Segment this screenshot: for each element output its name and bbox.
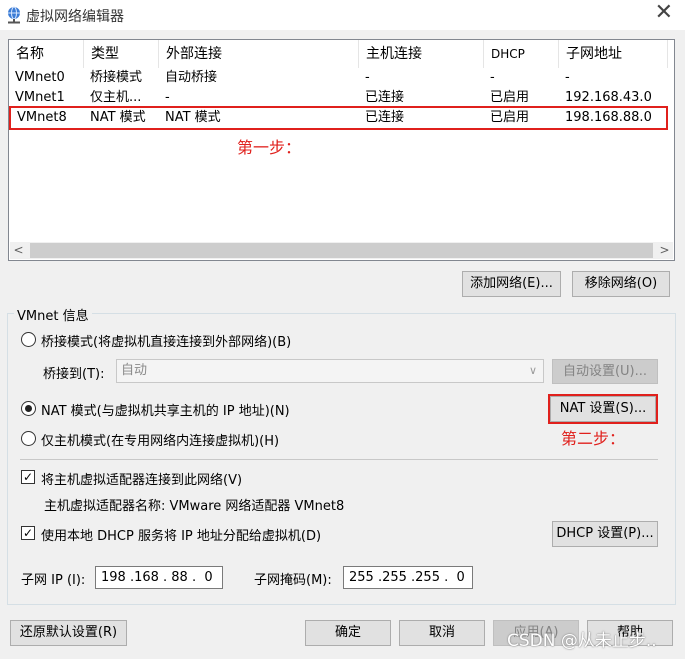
host-only-label[interactable]: 仅主机模式(在专用网络内连接虚拟机)(H) bbox=[41, 430, 279, 449]
cell-name: VMnet0 bbox=[15, 70, 65, 85]
horizontal-scrollbar[interactable]: < > bbox=[10, 242, 673, 259]
subnet-mask-label: 子网掩码(M): bbox=[254, 573, 332, 588]
cell-name: VMnet8 bbox=[17, 110, 67, 125]
cell-dhcp: - bbox=[490, 70, 495, 85]
chevron-down-icon: ∨ bbox=[528, 364, 537, 377]
scrollbar-thumb[interactable] bbox=[30, 243, 653, 258]
restore-defaults-button[interactable]: 还原默认设置(R) bbox=[10, 620, 127, 646]
remove-network-button[interactable]: 移除网络(O) bbox=[572, 271, 670, 297]
use-dhcp-checkbox[interactable]: ✓ bbox=[21, 526, 35, 540]
adapter-name-text: 主机虚拟适配器名称: VMware 网络适配器 VMnet8 bbox=[44, 499, 345, 514]
host-only-radio[interactable] bbox=[21, 431, 36, 446]
nat-mode-radio[interactable] bbox=[21, 401, 36, 416]
cell-subnet: - bbox=[565, 70, 570, 85]
cell-external: NAT 模式 bbox=[165, 110, 221, 125]
cell-external: - bbox=[165, 90, 170, 105]
column-header-name[interactable]: 名称 bbox=[9, 40, 84, 68]
nat-settings-button[interactable]: NAT 设置(S)... bbox=[548, 394, 658, 424]
cell-host: 已连接 bbox=[365, 90, 405, 105]
cell-host: 已连接 bbox=[365, 110, 405, 125]
subnet-ip-field[interactable]: 198 .168 . 88 . 0 bbox=[95, 566, 223, 589]
cell-external: 自动桥接 bbox=[165, 70, 218, 85]
table-row[interactable]: VMnet1 仅主机... - 已连接 已启用 192.168.43.0 bbox=[9, 88, 668, 108]
nat-mode-label[interactable]: NAT 模式(与虚拟机共享主机的 IP 地址)(N) bbox=[41, 400, 290, 419]
table-row-selected[interactable]: VMnet8 NAT 模式 NAT 模式 已连接 已启用 198.168.88.… bbox=[9, 106, 668, 130]
column-header-external[interactable]: 外部连接 bbox=[159, 40, 359, 68]
cell-type: 仅主机... bbox=[90, 90, 142, 105]
cancel-button[interactable]: 取消 bbox=[399, 620, 485, 646]
column-header-host[interactable]: 主机连接 bbox=[359, 40, 484, 68]
network-list[interactable]: 名称 类型 外部连接 主机连接 DHCP 子网地址 VMnet0 桥接模式 自动… bbox=[8, 39, 675, 261]
cell-subnet: 198.168.88.0 bbox=[565, 110, 652, 125]
ok-button[interactable]: 确定 bbox=[305, 620, 391, 646]
scroll-right-icon[interactable]: > bbox=[656, 242, 673, 259]
watermark: CSDN @从未止步.. bbox=[507, 631, 657, 651]
cell-subnet: 192.168.43.0 bbox=[565, 90, 652, 105]
step1-annotation: 第一步： bbox=[237, 138, 302, 157]
cell-host: - bbox=[365, 70, 370, 85]
column-header-subnet[interactable]: 子网地址 bbox=[559, 40, 668, 68]
divider bbox=[20, 459, 658, 460]
scroll-left-icon[interactable]: < bbox=[10, 242, 27, 259]
cell-name: VMnet1 bbox=[15, 90, 65, 105]
auto-settings-button[interactable]: 自动设置(U)... bbox=[552, 359, 658, 384]
bridge-to-label: 桥接到(T): bbox=[43, 367, 105, 382]
table-row[interactable]: VMnet0 桥接模式 自动桥接 - - - bbox=[9, 68, 668, 88]
bridge-mode-radio[interactable] bbox=[21, 332, 36, 347]
column-header-type[interactable]: 类型 bbox=[84, 40, 159, 68]
subnet-ip-label: 子网 IP (I): bbox=[21, 573, 86, 588]
cell-type: NAT 模式 bbox=[90, 110, 146, 125]
cell-dhcp: 已启用 bbox=[490, 110, 530, 125]
bridge-mode-label[interactable]: 桥接模式(将虚拟机直接连接到外部网络)(B) bbox=[41, 331, 291, 350]
bridge-to-value: 自动 bbox=[121, 363, 148, 378]
cell-type: 桥接模式 bbox=[90, 70, 143, 85]
column-header-dhcp[interactable]: DHCP bbox=[484, 40, 559, 68]
connect-adapter-checkbox[interactable]: ✓ bbox=[21, 470, 35, 484]
network-globe-icon bbox=[8, 6, 20, 24]
step2-annotation: 第二步： bbox=[561, 429, 626, 448]
cell-dhcp: 已启用 bbox=[490, 90, 530, 105]
dhcp-settings-button[interactable]: DHCP 设置(P)... bbox=[552, 521, 658, 547]
bridge-to-select[interactable]: 自动 ∨ bbox=[116, 359, 544, 383]
close-icon[interactable]: ✕ bbox=[655, 2, 673, 24]
use-dhcp-label[interactable]: 使用本地 DHCP 服务将 IP 地址分配给虚拟机(D) bbox=[41, 525, 321, 544]
vmnet-info-label: VMnet 信息 bbox=[14, 305, 92, 324]
window-title: 虚拟网络编辑器 bbox=[26, 9, 124, 25]
connect-adapter-label[interactable]: 将主机虚拟适配器连接到此网络(V) bbox=[41, 469, 242, 488]
subnet-mask-field[interactable]: 255 .255 .255 . 0 bbox=[343, 566, 473, 589]
add-network-button[interactable]: 添加网络(E)... bbox=[462, 271, 561, 297]
